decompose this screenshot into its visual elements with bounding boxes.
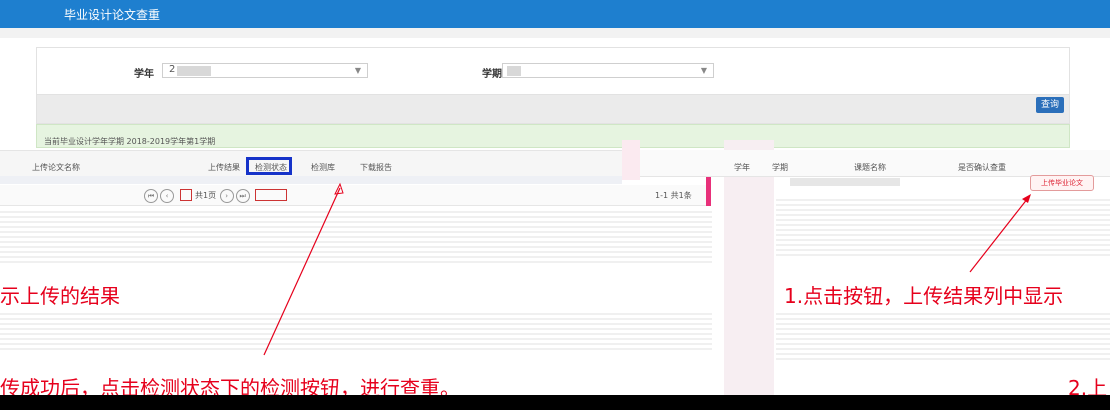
arrow-to-detect-status: [263, 187, 341, 356]
bottom-black-bar: [0, 395, 1110, 410]
arrowhead-right: [1022, 194, 1031, 203]
arrow-to-upload-button: [969, 197, 1029, 273]
annotation-arrows: [263, 182, 1031, 356]
note-right-top: 1.点击按钮，上传结果列中显示: [784, 284, 1064, 308]
note-left-top: 示上传的结果: [0, 284, 120, 308]
